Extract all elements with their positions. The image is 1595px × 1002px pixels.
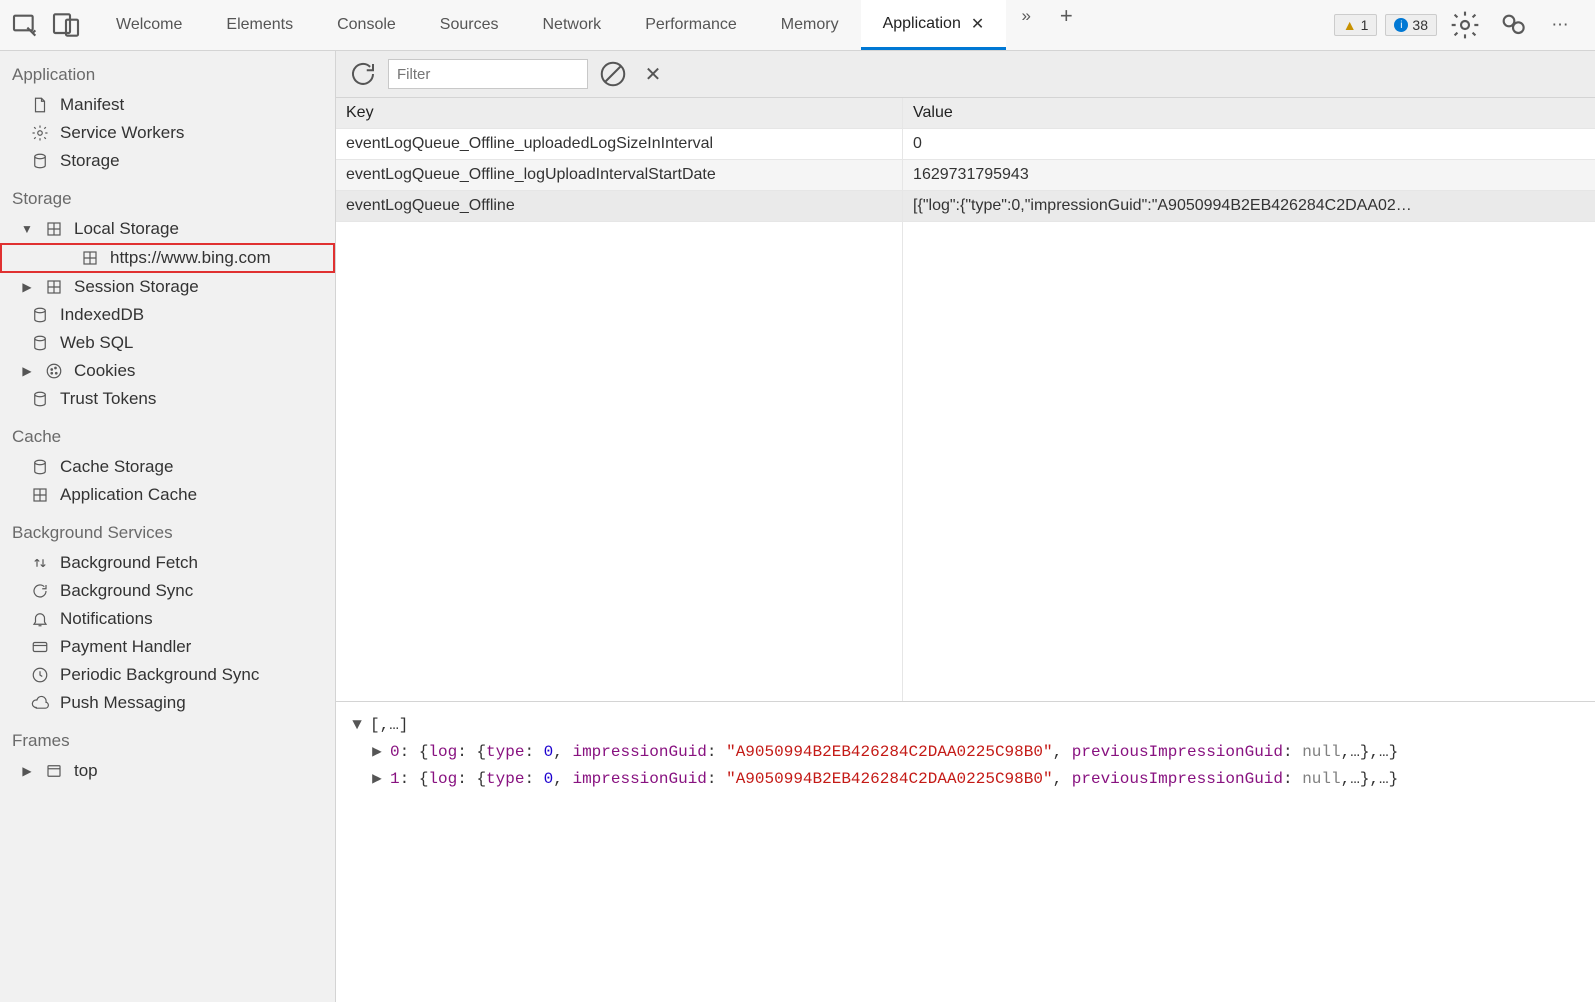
tab-elements[interactable]: Elements — [204, 0, 315, 50]
tab-console[interactable]: Console — [315, 0, 418, 50]
card-icon — [30, 637, 50, 657]
refresh-icon — [30, 581, 50, 601]
tab-application[interactable]: Application ✕ — [861, 0, 1007, 50]
table-row[interactable]: eventLogQueue_Offline_logUploadIntervalS… — [336, 160, 1595, 191]
storage-table: Key Value eventLogQueue_Offline_uploaded… — [336, 98, 1595, 702]
tab-performance[interactable]: Performance — [623, 0, 759, 50]
main-area: Application Manifest Service Workers Sto… — [0, 51, 1595, 1002]
cookie-icon — [44, 361, 64, 381]
sidebar-item-push-messaging[interactable]: Push Messaging — [0, 689, 335, 717]
chevron-right-icon: ▶ — [20, 364, 34, 378]
inspect-element-icon[interactable] — [10, 9, 42, 41]
col-header-value[interactable]: Value — [903, 98, 1595, 129]
chevron-right-icon: ▶ — [370, 766, 384, 793]
warnings-badge[interactable]: ▲ 1 — [1334, 14, 1378, 36]
grid-icon — [80, 248, 100, 268]
sidebar-item-local-storage-origin[interactable]: https://www.bing.com — [0, 243, 335, 273]
cloud-icon — [30, 693, 50, 713]
value-preview-pane: ▼ [,…] ▶ 0: {log: {type: 0, impressionGu… — [336, 702, 1595, 1002]
preview-item-row[interactable]: ▶ 0: {log: {type: 0, impressionGuid: "A9… — [350, 739, 1581, 766]
sidebar-item-storage-overview[interactable]: Storage — [0, 147, 335, 175]
tab-sources[interactable]: Sources — [418, 0, 521, 50]
table-row[interactable]: eventLogQueue_Offline_uploadedLogSizeInI… — [336, 129, 1595, 160]
chevron-right-icon: ▶ — [20, 280, 34, 294]
table-row[interactable]: eventLogQueue_Offline [{"log":{"type":0,… — [336, 191, 1595, 222]
tab-network[interactable]: Network — [521, 0, 624, 50]
application-sidebar: Application Manifest Service Workers Sto… — [0, 51, 336, 1002]
sidebar-item-periodic-sync[interactable]: Periodic Background Sync — [0, 661, 335, 689]
cylinder-icon — [30, 457, 50, 477]
chevron-down-icon: ▼ — [20, 222, 34, 236]
grid-icon — [30, 485, 50, 505]
issues-count: 38 — [1412, 17, 1428, 33]
clock-icon — [30, 665, 50, 685]
warnings-count: 1 — [1361, 17, 1369, 33]
gear-icon — [30, 123, 50, 143]
col-header-key[interactable]: Key — [336, 98, 903, 129]
delete-selected-icon[interactable]: ✕ — [638, 59, 668, 89]
preview-root-row[interactable]: ▼ [,…] — [350, 712, 1581, 739]
chevron-right-icon: ▶ — [20, 764, 34, 778]
feedback-icon[interactable] — [1497, 9, 1529, 41]
sidebar-item-manifest[interactable]: Manifest — [0, 91, 335, 119]
sidebar-item-trust-tokens[interactable]: Trust Tokens — [0, 385, 335, 413]
close-icon[interactable]: ✕ — [971, 14, 984, 34]
sidebar-item-application-cache[interactable]: Application Cache — [0, 481, 335, 509]
sidebar-item-websql[interactable]: Web SQL — [0, 329, 335, 357]
grid-icon — [44, 277, 64, 297]
warning-icon: ▲ — [1343, 17, 1357, 33]
sidebar-item-indexeddb[interactable]: IndexedDB — [0, 301, 335, 329]
grid-icon — [44, 219, 64, 239]
info-icon: i — [1394, 18, 1408, 32]
sidebar-item-local-storage[interactable]: ▼ Local Storage — [0, 215, 335, 243]
storage-content: ✕ Key Value eventLogQueue_Offline_upload… — [336, 51, 1595, 1002]
bell-icon — [30, 609, 50, 629]
filter-input[interactable] — [388, 59, 588, 89]
more-tabs-icon[interactable]: » — [1010, 0, 1042, 32]
table-header-row: Key Value — [336, 98, 1595, 129]
sidebar-item-background-sync[interactable]: Background Sync — [0, 577, 335, 605]
devtools-tab-strip: Welcome Elements Console Sources Network… — [94, 0, 1334, 50]
add-tab-icon[interactable]: + — [1050, 0, 1082, 32]
chevron-right-icon: ▶ — [370, 739, 384, 766]
cylinder-icon — [30, 389, 50, 409]
file-icon — [30, 95, 50, 115]
toggle-device-icon[interactable] — [50, 9, 82, 41]
more-options-icon[interactable]: ⋯ — [1545, 9, 1577, 41]
table-empty-area — [336, 222, 1595, 701]
devtools-top-bar: Welcome Elements Console Sources Network… — [0, 0, 1595, 51]
settings-icon[interactable] — [1449, 9, 1481, 41]
cylinder-icon — [30, 333, 50, 353]
tab-memory[interactable]: Memory — [759, 0, 861, 50]
sidebar-item-cache-storage[interactable]: Cache Storage — [0, 453, 335, 481]
sidebar-item-notifications[interactable]: Notifications — [0, 605, 335, 633]
section-storage-title: Storage — [0, 175, 335, 215]
sidebar-item-payment-handler[interactable]: Payment Handler — [0, 633, 335, 661]
section-background-title: Background Services — [0, 509, 335, 549]
cylinder-icon — [30, 151, 50, 171]
sidebar-item-cookies[interactable]: ▶ Cookies — [0, 357, 335, 385]
cylinder-icon — [30, 305, 50, 325]
section-application-title: Application — [0, 51, 335, 91]
storage-toolbar: ✕ — [336, 51, 1595, 98]
clear-all-icon[interactable] — [598, 59, 628, 89]
refresh-icon[interactable] — [348, 59, 378, 89]
window-icon — [44, 761, 64, 781]
sidebar-item-background-fetch[interactable]: Background Fetch — [0, 549, 335, 577]
sidebar-item-service-workers[interactable]: Service Workers — [0, 119, 335, 147]
section-cache-title: Cache — [0, 413, 335, 453]
top-right-controls: ▲ 1 i 38 ⋯ — [1334, 9, 1581, 41]
chevron-down-icon: ▼ — [350, 712, 364, 739]
sidebar-item-session-storage[interactable]: ▶ Session Storage — [0, 273, 335, 301]
section-frames-title: Frames — [0, 717, 335, 757]
tab-welcome[interactable]: Welcome — [94, 0, 204, 50]
updown-icon — [30, 553, 50, 573]
issues-badge[interactable]: i 38 — [1385, 14, 1437, 36]
sidebar-item-frame-top[interactable]: ▶ top — [0, 757, 335, 785]
preview-item-row[interactable]: ▶ 1: {log: {type: 0, impressionGuid: "A9… — [350, 766, 1581, 793]
